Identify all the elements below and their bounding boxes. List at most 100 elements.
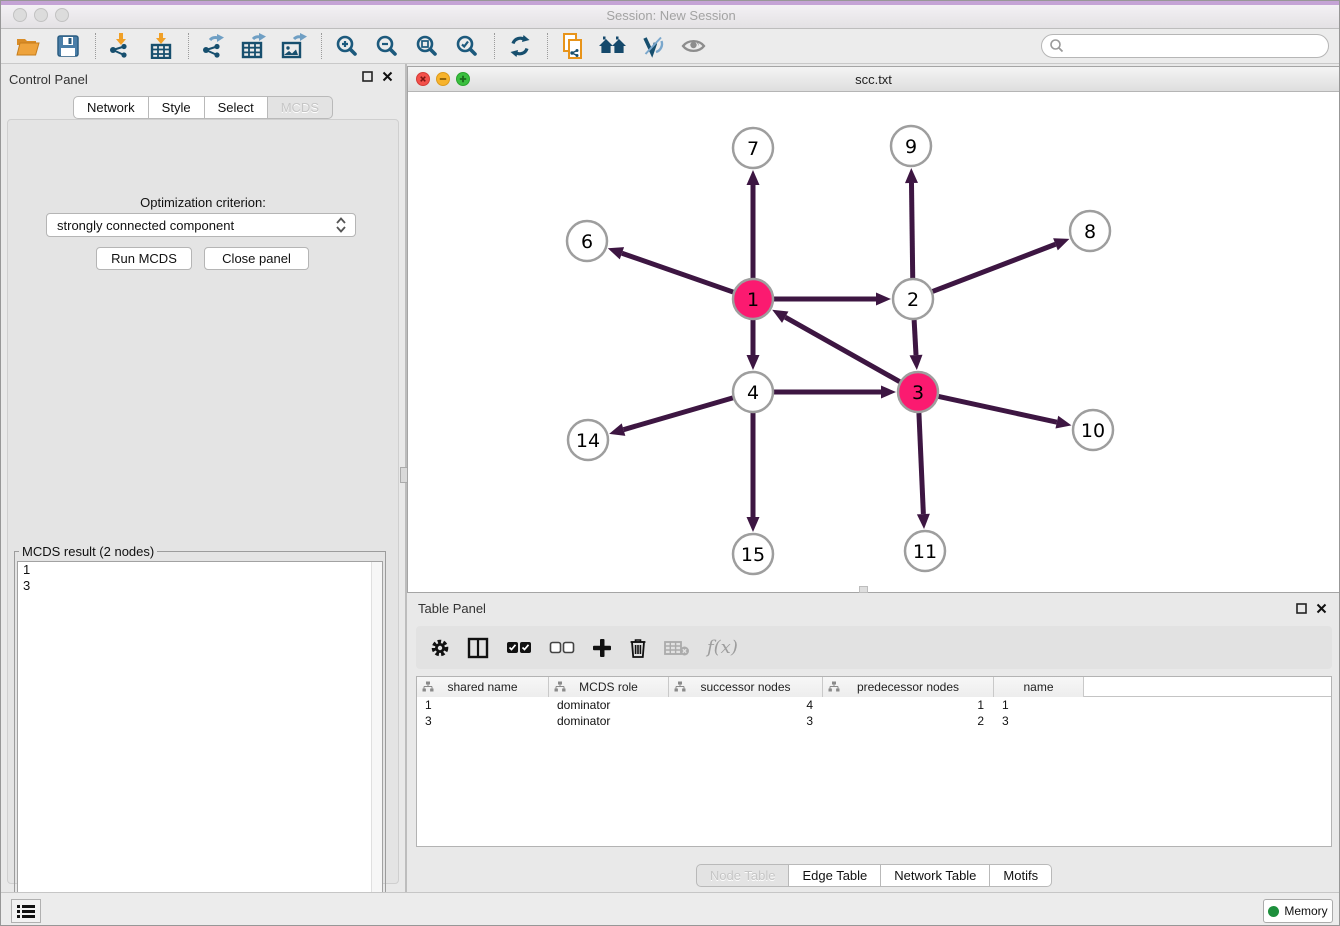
close-panel-button[interactable]: Close panel [204, 247, 309, 270]
control-panel-tabs: Network Style Select MCDS [1, 96, 405, 119]
graph-node-1[interactable]: 1 [733, 279, 773, 319]
graph-edge-2-3[interactable] [914, 320, 916, 355]
graph-node-15[interactable]: 15 [733, 534, 773, 574]
zoom-in-button[interactable] [330, 31, 364, 61]
toolbar-separator [547, 33, 548, 59]
cell-mcds-role[interactable]: dominator [549, 697, 669, 713]
tab-edge-table[interactable]: Edge Table [789, 864, 881, 887]
mcds-result-title: MCDS result (2 nodes) [19, 544, 157, 559]
graph-node-9[interactable]: 9 [891, 126, 931, 166]
search-box[interactable] [1041, 34, 1329, 58]
mcds-panel-body: Optimization criterion: strongly connect… [7, 119, 399, 884]
cell-mcds-role[interactable]: dominator [549, 713, 669, 729]
mcds-result-text[interactable]: 1 3 [17, 561, 383, 913]
tab-mcds[interactable]: MCDS [268, 96, 333, 119]
graph-node-11[interactable]: 11 [905, 531, 945, 571]
graph-edge-4-14[interactable] [624, 398, 733, 430]
float-panel-icon[interactable] [362, 71, 373, 82]
cell-shared-name[interactable]: 3 [417, 713, 549, 729]
graph-edge-2-8[interactable] [933, 244, 1056, 291]
table-header-row: shared name MCDS role successor nodes pr… [417, 677, 1331, 697]
export-table-button[interactable] [237, 31, 271, 61]
graph-edge-3-1[interactable] [785, 317, 899, 382]
close-panel-icon[interactable] [1316, 603, 1327, 614]
horizontal-divider-handle[interactable] [859, 586, 868, 593]
graph-edge-2-9[interactable] [911, 183, 912, 278]
graph-edge-3-10[interactable] [939, 396, 1057, 422]
cell-successor-nodes[interactable]: 3 [669, 713, 823, 729]
result-scrollbar[interactable] [371, 562, 382, 912]
tab-network[interactable]: Network [73, 96, 149, 119]
export-network-button[interactable] [197, 31, 231, 61]
graph-node-4[interactable]: 4 [733, 372, 773, 412]
apply-layout-button[interactable] [503, 31, 537, 61]
export-network-icon [201, 33, 227, 59]
graph-node-label: 1 [747, 289, 759, 311]
open-session-button[interactable] [11, 31, 45, 61]
home-view-button[interactable] [596, 31, 630, 61]
graph-node-label: 3 [912, 382, 924, 404]
graph-node-8[interactable]: 8 [1070, 211, 1110, 251]
cell-successor-nodes[interactable]: 4 [669, 697, 823, 713]
network-view-frame: scc.txt 7 9 6 8 1 2 4 3 14 10 15 11 [407, 66, 1340, 593]
column-header-predecessor-nodes[interactable]: predecessor nodes [823, 677, 994, 697]
cell-name[interactable]: 1 [994, 697, 1084, 713]
hide-graphics-details-button[interactable] [636, 31, 670, 61]
show-hide-button[interactable] [676, 31, 710, 61]
criterion-select[interactable]: strongly connected component [46, 213, 356, 237]
node-table: shared name MCDS role successor nodes pr… [416, 676, 1332, 847]
column-header-name[interactable]: name [994, 677, 1084, 697]
zoom-fit-button[interactable] [410, 31, 444, 61]
optimization-criterion-label: Optimization criterion: [8, 195, 398, 210]
close-panel-icon[interactable] [382, 71, 393, 82]
graph[interactable]: 7 9 6 8 1 2 4 3 14 10 15 11 [408, 92, 1339, 592]
save-session-button[interactable] [51, 31, 85, 61]
graph-node-14[interactable]: 14 [568, 420, 608, 460]
float-panel-icon[interactable] [1296, 603, 1307, 614]
task-history-button[interactable] [11, 899, 41, 923]
memory-button[interactable]: Memory [1263, 899, 1333, 923]
import-network-button[interactable] [104, 31, 138, 61]
graph-node-2[interactable]: 2 [893, 279, 933, 319]
cell-name[interactable]: 3 [994, 713, 1084, 729]
search-input[interactable] [1065, 36, 1328, 56]
tab-motifs[interactable]: Motifs [990, 864, 1052, 887]
table-settings-button[interactable] [430, 638, 450, 658]
zoom-out-icon [376, 35, 398, 57]
network-canvas[interactable]: 7 9 6 8 1 2 4 3 14 10 15 11 [408, 92, 1339, 592]
graph-edge-3-11[interactable] [919, 413, 923, 514]
graph-edge-1-6[interactable] [622, 253, 733, 292]
tab-style[interactable]: Style [149, 96, 205, 119]
run-mcds-button[interactable]: Run MCDS [96, 247, 192, 270]
select-all-columns-button[interactable] [506, 641, 532, 654]
graph-node-6[interactable]: 6 [567, 221, 607, 261]
graph-node-3[interactable]: 3 [898, 372, 938, 412]
delete-column-button[interactable] [629, 637, 647, 658]
zoom-selected-button[interactable] [450, 31, 484, 61]
tab-network-table[interactable]: Network Table [881, 864, 990, 887]
hierarchy-icon [828, 681, 840, 693]
graph-node-10[interactable]: 10 [1073, 410, 1113, 450]
column-header-shared-name[interactable]: shared name [417, 677, 549, 697]
column-header-mcds-role[interactable]: MCDS role [549, 677, 669, 697]
criterion-value: strongly connected component [57, 218, 234, 233]
clone-network-button[interactable] [556, 31, 590, 61]
cell-shared-name[interactable]: 1 [417, 697, 549, 713]
cell-predecessor-nodes[interactable]: 2 [823, 713, 994, 729]
export-image-button[interactable] [277, 31, 311, 61]
column-header-successor-nodes[interactable]: successor nodes [669, 677, 823, 697]
network-frame-titlebar[interactable]: scc.txt [408, 67, 1339, 92]
tab-node-table[interactable]: Node Table [696, 864, 790, 887]
cell-predecessor-nodes[interactable]: 1 [823, 697, 994, 713]
create-column-button[interactable] [592, 638, 612, 658]
table-row[interactable]: 1 dominator 4 1 1 [417, 697, 1331, 713]
zoom-out-button[interactable] [370, 31, 404, 61]
graph-node-7[interactable]: 7 [733, 128, 773, 168]
table-row[interactable]: 3 dominator 3 2 3 [417, 713, 1331, 729]
toggle-panes-button[interactable] [467, 637, 489, 659]
unselect-all-columns-button[interactable] [549, 641, 575, 654]
eye-icon [681, 37, 706, 55]
import-table-button[interactable] [144, 31, 178, 61]
tab-select[interactable]: Select [205, 96, 268, 119]
unchecked-boxes-icon [549, 641, 575, 654]
